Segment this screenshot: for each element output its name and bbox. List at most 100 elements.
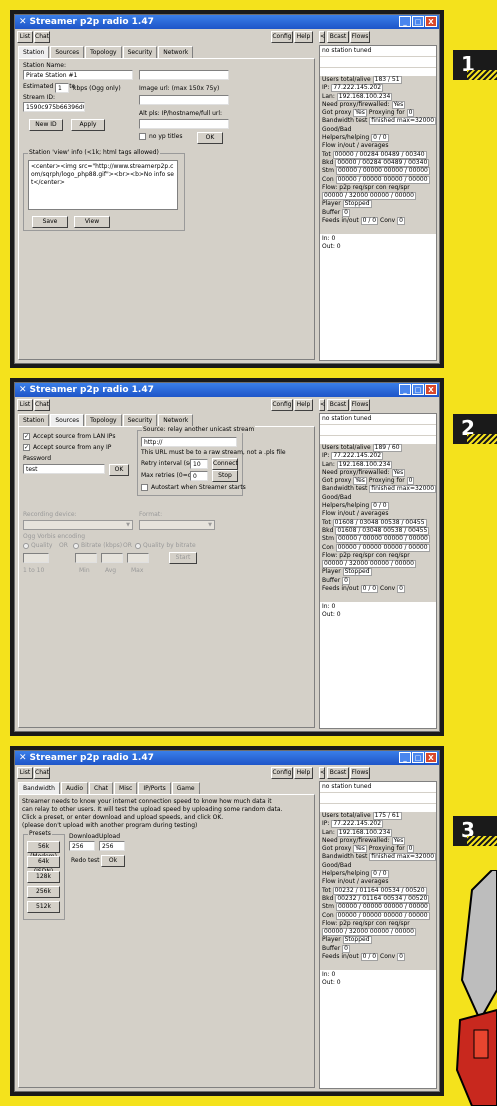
start-button[interactable]: Start <box>169 552 197 564</box>
flows-button[interactable]: Flows <box>350 399 370 411</box>
station-status: no station tuned <box>320 414 436 425</box>
recording-device-label: Recording device: <box>23 511 77 518</box>
format-label: Format: <box>139 511 163 518</box>
list-button[interactable]: List <box>17 399 33 411</box>
feeds-row: Feeds in/out 0 / 0 Conv 0 <box>322 953 405 962</box>
max-retries-input[interactable]: 0 <box>190 471 208 481</box>
buffer-row: Buffer 0 <box>322 208 350 217</box>
alt-pls-input[interactable] <box>139 119 229 129</box>
no-yp-titles-checkbox[interactable] <box>139 133 146 140</box>
chat-button[interactable]: Chat <box>34 399 50 411</box>
lan-row: Lan: 192.168.100.234 <box>322 92 393 101</box>
bitrate-input[interactable]: 1 <box>55 83 69 93</box>
quality-label: Quality <box>31 542 53 549</box>
flows-button[interactable]: Flows <box>350 767 370 779</box>
preset-256k-button[interactable]: 256k <box>27 886 60 898</box>
password-input[interactable]: test <box>23 464 105 474</box>
ogg-encoding-label: Ogg Vorbis encoding <box>23 533 86 540</box>
password-label: Password <box>23 455 52 462</box>
min-input[interactable] <box>75 553 97 563</box>
or-label-2: OR <box>123 542 132 549</box>
bcast-button[interactable]: Bcast <box>327 767 349 779</box>
stream-id-label: Stream ID: <box>23 94 56 101</box>
preset-512k-button[interactable]: 512k <box>27 901 60 913</box>
help-button[interactable]: Help <box>294 31 313 43</box>
chat-button[interactable]: Chat <box>34 767 50 779</box>
image-url-input[interactable] <box>139 95 229 105</box>
close-button[interactable]: X <box>425 752 437 763</box>
bcast-button[interactable]: Bcast <box>327 399 349 411</box>
helpers-row: Helpers/helping 0 / 0 <box>322 502 389 511</box>
maximize-button[interactable]: □ <box>412 384 424 395</box>
view-info-textarea[interactable]: <center><img src="http://www.streamerp2p… <box>28 160 178 210</box>
image-url-label: Image url: (max 150x 75y) <box>139 85 220 92</box>
config-button[interactable]: Config <box>271 399 293 411</box>
preset-128k-button[interactable]: 128k <box>27 871 60 883</box>
maximize-button[interactable]: □ <box>412 752 424 763</box>
recording-device-select[interactable]: ▼ <box>23 520 133 530</box>
close-button[interactable]: X <box>425 384 437 395</box>
stream-id-input[interactable]: 1590c975b66396d0 <box>23 102 85 112</box>
minimize-button[interactable]: _ <box>399 16 411 27</box>
ok-button[interactable]: OK <box>197 132 223 144</box>
flows-button[interactable]: Flows <box>350 31 370 43</box>
station-name-input[interactable]: Pirate Station #1 <box>23 70 133 80</box>
back-button[interactable]: < <box>319 767 325 779</box>
player-row: Player Stopped <box>322 200 372 209</box>
close-button[interactable]: X <box>425 16 437 27</box>
or-label-1: OR <box>59 542 68 549</box>
maximize-button[interactable]: □ <box>412 16 424 27</box>
back-button[interactable]: < <box>319 31 325 43</box>
lan-row: Lan: 192.168.100.234 <box>322 460 393 469</box>
list-button[interactable]: List <box>17 31 33 43</box>
chat-button[interactable]: Chat <box>34 31 50 43</box>
title-bar: ✕ Streamer p2p radio 1.47 _ □ X <box>15 751 439 765</box>
autostart-checkbox[interactable] <box>141 484 148 491</box>
quality-input[interactable] <box>23 553 49 563</box>
view-button[interactable]: View <box>74 216 110 228</box>
flow-p2p-label: Flow: p2p req/spr con req/spr <box>322 183 410 191</box>
bitrate-kbps-label: Bitrate (kbps) <box>81 542 123 549</box>
quality-radio[interactable] <box>23 543 29 549</box>
bitrate-radio[interactable] <box>73 543 79 549</box>
app-window: ✕ Streamer p2p radio 1.47 _ □ X List Chat… <box>14 750 440 1092</box>
config-button[interactable]: Config <box>271 31 293 43</box>
help-button[interactable]: Help <box>294 767 313 779</box>
redo-test-label: Redo test <box>71 857 100 864</box>
avg-input[interactable] <box>101 553 123 563</box>
player-row: Player Stopped <box>322 568 372 577</box>
back-button[interactable]: < <box>319 399 325 411</box>
minimize-button[interactable]: _ <box>399 384 411 395</box>
flow-avg-row: Flow in/out / averages <box>322 878 389 886</box>
apply-button[interactable]: Apply <box>71 119 105 131</box>
stats-panel: Users total/alive 183 / 51 IP: 77.222.14… <box>320 76 436 360</box>
bcast-button[interactable]: Bcast <box>327 31 349 43</box>
stop-button[interactable]: Stop <box>212 470 238 482</box>
list-button[interactable]: List <box>17 767 33 779</box>
format-select[interactable]: ▼ <box>139 520 215 530</box>
flow-p2p-row: 00000 / 32000 00000 / 00000 <box>322 192 416 201</box>
range-label: 1 to 10 <box>23 567 45 574</box>
minimize-button[interactable]: _ <box>399 752 411 763</box>
top-right-input[interactable] <box>139 70 229 80</box>
new-id-button[interactable]: New ID <box>29 119 63 131</box>
upload-input[interactable]: 256 <box>99 841 125 851</box>
bandwidth-ok-button[interactable]: Ok <box>101 855 125 867</box>
retry-input[interactable]: 10 <box>190 459 208 469</box>
preset-56k-button[interactable]: 56k (Modem) <box>27 841 60 860</box>
need-proxy-row: Need proxy/firewalled: Yes <box>322 468 406 477</box>
save-button[interactable]: Save <box>32 216 68 228</box>
connect-button[interactable]: Connect <box>212 458 238 470</box>
config-button[interactable]: Config <box>271 767 293 779</box>
help-button[interactable]: Help <box>294 399 313 411</box>
quality-by-bitrate-radio[interactable] <box>135 543 141 549</box>
accept-lan-checkbox[interactable]: ✓ <box>23 433 30 440</box>
tot-row: Tot 00000 / 00284 00489 / 00340 <box>322 150 427 159</box>
download-input[interactable]: 256 <box>69 841 95 851</box>
preset-64k-button[interactable]: 64k (ISDN) <box>27 856 60 875</box>
max-input[interactable] <box>127 553 149 563</box>
relay-url-input[interactable]: http:// <box>141 437 237 447</box>
password-ok-button[interactable]: OK <box>109 464 129 476</box>
accept-any-checkbox[interactable]: ✓ <box>23 444 30 451</box>
good-bad-row: Good/Bad <box>322 493 352 501</box>
